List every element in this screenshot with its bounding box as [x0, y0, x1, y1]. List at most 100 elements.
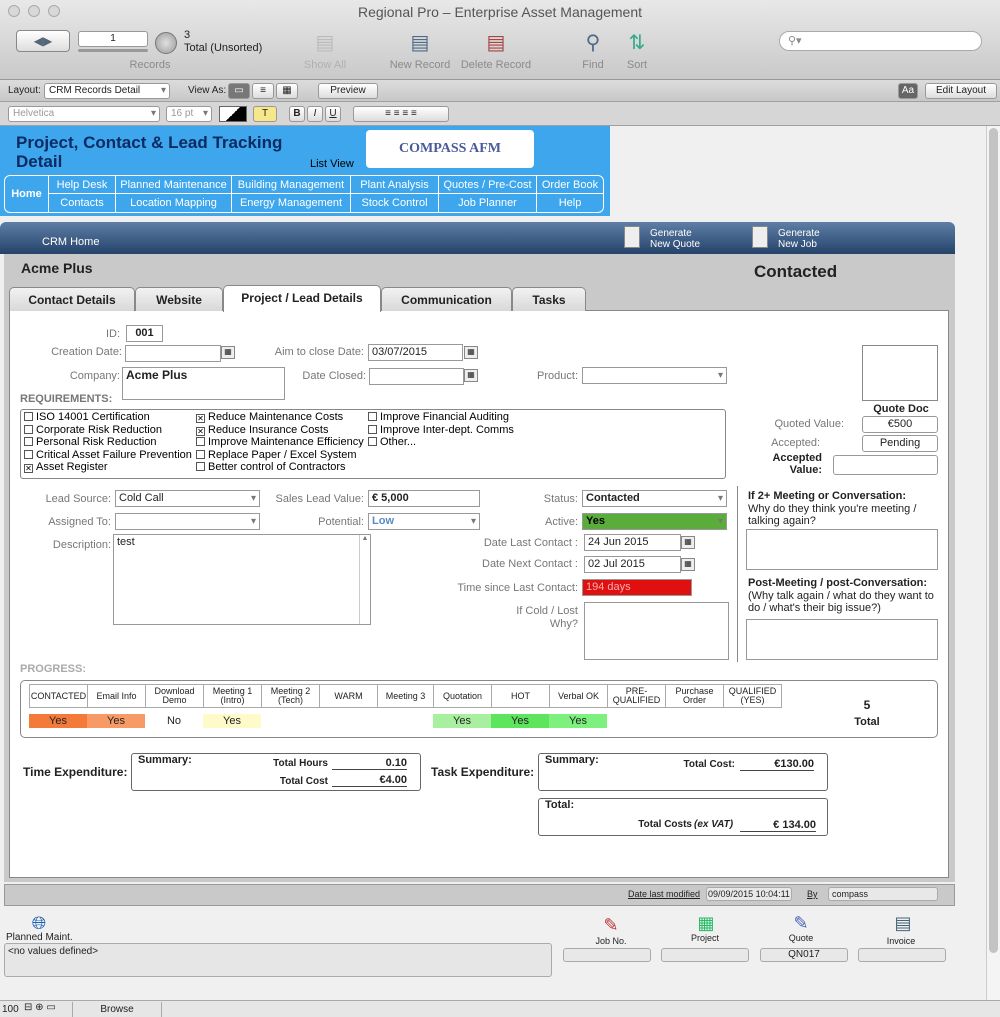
checkbox[interactable] [196, 449, 205, 459]
tab-tasks[interactable]: Tasks [512, 287, 586, 311]
requirement-item[interactable]: ✕ Reduce Insurance Costs [196, 424, 364, 437]
zoom-level[interactable]: 100 [2, 1004, 19, 1015]
preview-button[interactable]: Preview [318, 83, 378, 99]
aa-button[interactable]: Aa [898, 83, 918, 99]
find-button[interactable]: Find [573, 59, 613, 71]
calendar-icon[interactable]: ▦ [464, 346, 478, 359]
quote-doc-container[interactable] [862, 345, 938, 401]
quote-field[interactable]: QN017 [760, 948, 848, 962]
checkbox[interactable] [196, 437, 205, 446]
checkbox[interactable] [24, 449, 33, 459]
date-closed-field[interactable] [369, 368, 464, 385]
nav-item-energy-management[interactable]: Energy Management [232, 194, 351, 212]
crm-home-link[interactable]: CRM Home [42, 236, 99, 248]
requirement-item[interactable]: ✕ Asset Register [24, 461, 192, 474]
record-number-field[interactable]: 1 [78, 31, 148, 47]
tab-website[interactable]: Website [135, 287, 223, 311]
checkbox[interactable] [196, 462, 205, 471]
requirement-item[interactable]: Replace Paper / Excel System [196, 449, 364, 462]
checkbox[interactable] [24, 412, 33, 421]
nav-item-help-desk[interactable]: Help Desk [49, 176, 116, 194]
date-next-contact-field[interactable]: 02 Jul 2015 [584, 556, 681, 573]
generate-new-quote-button[interactable]: Generate New Quote [650, 228, 700, 250]
sales-lead-value-field[interactable]: € 5,000 [368, 490, 480, 507]
font-size-select[interactable]: 16 pt [166, 106, 212, 122]
edit-layout-button[interactable]: Edit Layout [925, 83, 997, 99]
tab-communication[interactable]: Communication [381, 287, 512, 311]
list-view-button[interactable]: ≡ [252, 83, 274, 99]
record-navigation-book[interactable]: ◀▶ [16, 30, 70, 52]
invoice-icon[interactable]: ▤ [890, 912, 916, 934]
requirement-item[interactable]: Improve Maintenance Efficiency [196, 436, 364, 449]
checkbox[interactable] [368, 412, 377, 421]
mode-indicator[interactable]: Browse [72, 1002, 162, 1017]
list-view-link[interactable]: List View [310, 158, 354, 170]
alignment-buttons[interactable]: ≡ ≡ ≡ ≡ [353, 106, 449, 122]
company-field[interactable]: Acme Plus [122, 367, 285, 400]
requirement-item[interactable]: Better control of Contractors [196, 461, 364, 474]
quoted-value-field[interactable]: €500 [862, 416, 938, 433]
tab-project-lead-details[interactable]: Project / Lead Details [223, 285, 381, 312]
requirement-item[interactable]: Critical Asset Failure Prevention [24, 449, 192, 462]
nav-item-planned-maintenance[interactable]: Planned Maintenance [116, 176, 232, 194]
nav-item-stock-control[interactable]: Stock Control [351, 194, 439, 212]
checkbox[interactable] [368, 437, 377, 446]
requirement-item[interactable]: Other... [368, 436, 514, 449]
checkbox[interactable] [24, 424, 33, 434]
checkbox[interactable] [24, 437, 33, 446]
find-icon[interactable]: ⚲ [573, 30, 613, 56]
project-field[interactable] [661, 948, 749, 962]
accepted-field[interactable]: Pending [862, 435, 938, 452]
requirement-item[interactable]: Personal Risk Reduction [24, 436, 192, 449]
nav-item-building-management[interactable]: Building Management [232, 176, 351, 194]
status-select[interactable]: Contacted [582, 490, 727, 507]
job-icon[interactable]: ✎ [598, 914, 624, 936]
requirement-item[interactable]: ISO 14001 Certification [24, 411, 192, 424]
zoom-controls-icon[interactable]: ⊟ ⊕ ▭ [24, 1002, 56, 1013]
delete-record-button[interactable]: Delete Record [456, 59, 536, 71]
quote-document-icon[interactable] [624, 226, 640, 248]
calendar-icon[interactable]: ▦ [681, 558, 695, 571]
post-meeting-field[interactable] [746, 619, 938, 660]
requirement-item[interactable]: Corporate Risk Reduction [24, 424, 192, 437]
nav-item-help[interactable]: Help [537, 194, 603, 212]
nav-item-location-mapping[interactable]: Location Mapping [116, 194, 232, 212]
show-all-icon[interactable]: ▤ [305, 30, 345, 56]
italic-button[interactable]: I [307, 106, 323, 122]
calendar-icon[interactable]: ▦ [221, 346, 235, 359]
nav-item-order-book[interactable]: Order Book [537, 176, 603, 194]
nav-item-contacts[interactable]: Contacts [49, 194, 116, 212]
show-all-button[interactable]: Show All [295, 59, 355, 71]
nav-item-quotes-pre-cost[interactable]: Quotes / Pre-Cost [439, 176, 537, 194]
job-no-field[interactable] [563, 948, 651, 962]
form-view-button[interactable]: ▭ [228, 83, 250, 99]
checked-checkbox[interactable]: ✕ [196, 426, 205, 436]
lead-source-select[interactable]: Cold Call [115, 490, 260, 507]
requirement-item[interactable]: ✕ Reduce Maintenance Costs [196, 411, 364, 424]
nav-home[interactable]: Home [5, 176, 49, 212]
job-document-icon[interactable] [752, 226, 768, 248]
calendar-icon[interactable]: ▦ [464, 369, 478, 382]
assigned-to-select[interactable] [115, 513, 260, 530]
aim-to-close-field[interactable]: 03/07/2015 [368, 344, 463, 361]
nav-item-job-planner[interactable]: Job Planner [439, 194, 537, 212]
project-icon[interactable]: ▦ [693, 912, 719, 934]
calendar-icon[interactable]: ▦ [681, 536, 695, 549]
checked-checkbox[interactable]: ✕ [24, 464, 33, 473]
checked-checkbox[interactable]: ✕ [196, 414, 205, 423]
requirement-item[interactable]: Improve Inter-dept. Comms [368, 424, 514, 437]
potential-select[interactable]: Low [368, 513, 480, 530]
description-scrollbar[interactable]: ▲ [359, 535, 370, 624]
generate-new-job-button[interactable]: Generate New Job [778, 228, 820, 250]
id-field[interactable]: 001 [126, 325, 163, 342]
new-record-button[interactable]: New Record [385, 59, 455, 71]
highlight-button[interactable]: T [253, 106, 277, 122]
sort-button[interactable]: Sort [617, 59, 657, 71]
meeting-answer-field[interactable] [746, 529, 938, 570]
record-slider[interactable] [78, 49, 148, 52]
new-record-icon[interactable]: ▤ [400, 30, 440, 56]
planned-maint-globe-icon[interactable]: 🌐︎ [26, 912, 52, 934]
sort-icon[interactable]: ⇅ [617, 30, 657, 56]
quote-icon[interactable]: ✎ [788, 912, 814, 934]
checkbox[interactable] [368, 424, 377, 434]
